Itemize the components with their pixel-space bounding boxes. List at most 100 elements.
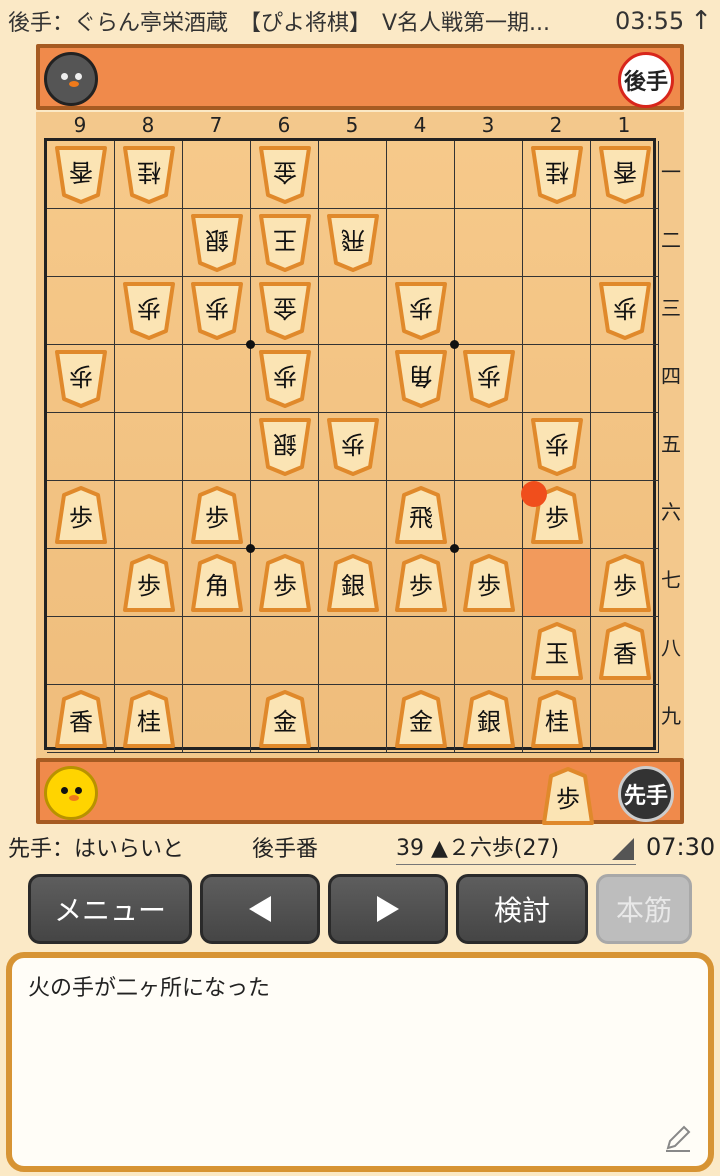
piece-gote-62[interactable]: 王	[257, 213, 313, 273]
piece-sente-67[interactable]: 歩	[257, 553, 313, 613]
board-square[interactable]	[47, 549, 115, 617]
dropdown-triangle-icon[interactable]	[612, 838, 634, 860]
board-square[interactable]	[319, 685, 387, 753]
piece-sente-37[interactable]: 歩	[461, 553, 517, 613]
board-square[interactable]	[183, 345, 251, 413]
file-label: 3	[481, 113, 495, 137]
piece-gote-63[interactable]: 金	[257, 281, 313, 341]
board-square[interactable]	[115, 413, 183, 481]
analyze-button[interactable]: 検討	[456, 874, 588, 944]
piece-gote-64[interactable]: 歩	[257, 349, 313, 409]
board-square[interactable]	[319, 141, 387, 209]
board-square[interactable]	[319, 277, 387, 345]
piece-sente-76[interactable]: 歩	[189, 485, 245, 545]
piece-gote-65[interactable]: 銀	[257, 417, 313, 477]
piece-gote-73[interactable]: 歩	[189, 281, 245, 341]
piece-sente-77[interactable]: 角	[189, 553, 245, 613]
piece-sente-28[interactable]: 玉	[529, 621, 585, 681]
board-square[interactable]	[455, 141, 523, 209]
piece-gote-34[interactable]: 歩	[461, 349, 517, 409]
pencil-icon[interactable]	[662, 1122, 694, 1154]
board-square[interactable]	[387, 209, 455, 277]
board-square[interactable]	[455, 617, 523, 685]
piece-sente-46[interactable]: 飛	[393, 485, 449, 545]
board-square[interactable]	[591, 413, 659, 481]
board-square[interactable]	[455, 209, 523, 277]
piece-sente-39[interactable]: 銀	[461, 689, 517, 749]
upload-arrow-icon[interactable]: ↑	[690, 6, 712, 36]
rank-label: 九	[661, 704, 681, 728]
shogi-board[interactable]: 香桂金桂香銀王飛歩歩金歩歩歩歩角歩銀歩歩歩歩飛歩歩角歩銀歩歩歩玉香香桂金金銀桂	[44, 138, 659, 753]
board-square[interactable]	[387, 617, 455, 685]
piece-gote-55[interactable]: 歩	[325, 417, 381, 477]
piece-sente-87[interactable]: 歩	[121, 553, 177, 613]
board-square[interactable]	[455, 413, 523, 481]
piece-gote-25[interactable]: 歩	[529, 417, 585, 477]
comment-text: 火の手が二ヶ所になった	[28, 976, 271, 1001]
file-label: 2	[549, 113, 563, 137]
piece-gote-43[interactable]: 歩	[393, 281, 449, 341]
board-square[interactable]	[47, 209, 115, 277]
board-square[interactable]	[115, 617, 183, 685]
piece-sente-49[interactable]: 金	[393, 689, 449, 749]
board-square[interactable]	[319, 345, 387, 413]
board-square[interactable]	[183, 413, 251, 481]
piece-sente-29[interactable]: 桂	[529, 689, 585, 749]
board-square[interactable]	[319, 481, 387, 549]
board-square[interactable]	[115, 209, 183, 277]
piece-sente-18[interactable]: 香	[597, 621, 653, 681]
piece-gote-83[interactable]: 歩	[121, 281, 177, 341]
piece-gote-44[interactable]: 角	[393, 349, 449, 409]
sente-hand-piece[interactable]: 歩	[540, 766, 596, 826]
move-selector[interactable]: 39 ▲２六歩(27)	[396, 830, 636, 865]
board-square[interactable]	[183, 141, 251, 209]
rank-label: 二	[661, 228, 681, 252]
right-triangle-icon	[377, 896, 399, 922]
comment-box[interactable]: 火の手が二ヶ所になった	[6, 952, 714, 1172]
board-square[interactable]	[523, 277, 591, 345]
prev-move-button[interactable]	[200, 874, 320, 944]
board-square[interactable]	[387, 141, 455, 209]
piece-sente-89[interactable]: 桂	[121, 689, 177, 749]
board-square[interactable]	[251, 481, 319, 549]
file-label: 6	[277, 113, 291, 137]
board-square[interactable]	[115, 345, 183, 413]
piece-sente-17[interactable]: 歩	[597, 553, 653, 613]
piece-sente-47[interactable]: 歩	[393, 553, 449, 613]
board-square[interactable]	[115, 481, 183, 549]
piece-sente-69[interactable]: 金	[257, 689, 313, 749]
piece-gote-91[interactable]: 香	[53, 145, 109, 205]
sente-avatar	[44, 766, 98, 820]
piece-gote-11[interactable]: 香	[597, 145, 653, 205]
board-square[interactable]	[319, 617, 387, 685]
piece-gote-94[interactable]: 歩	[53, 349, 109, 409]
board-square[interactable]	[523, 209, 591, 277]
board-square[interactable]	[183, 617, 251, 685]
board-square[interactable]	[251, 617, 319, 685]
sente-badge: 先手	[618, 766, 674, 822]
board-square[interactable]	[455, 277, 523, 345]
next-move-button[interactable]	[328, 874, 448, 944]
board-square[interactable]	[47, 277, 115, 345]
piece-gote-21[interactable]: 桂	[529, 145, 585, 205]
piece-sente-57[interactable]: 銀	[325, 553, 381, 613]
board-square[interactable]	[387, 413, 455, 481]
board-square[interactable]	[47, 413, 115, 481]
board-square[interactable]	[183, 685, 251, 753]
board-square[interactable]	[591, 209, 659, 277]
mainline-button[interactable]: 本筋	[596, 874, 692, 944]
menu-button[interactable]: メニュー	[28, 874, 192, 944]
board-square[interactable]	[455, 481, 523, 549]
piece-gote-81[interactable]: 桂	[121, 145, 177, 205]
board-square[interactable]	[523, 345, 591, 413]
board-square[interactable]	[591, 345, 659, 413]
piece-gote-61[interactable]: 金	[257, 145, 313, 205]
piece-gote-13[interactable]: 歩	[597, 281, 653, 341]
board-square[interactable]	[591, 481, 659, 549]
piece-gote-52[interactable]: 飛	[325, 213, 381, 273]
piece-sente-99[interactable]: 香	[53, 689, 109, 749]
board-square[interactable]	[47, 617, 115, 685]
piece-gote-72[interactable]: 銀	[189, 213, 245, 273]
board-square[interactable]	[591, 685, 659, 753]
piece-sente-96[interactable]: 歩	[53, 485, 109, 545]
